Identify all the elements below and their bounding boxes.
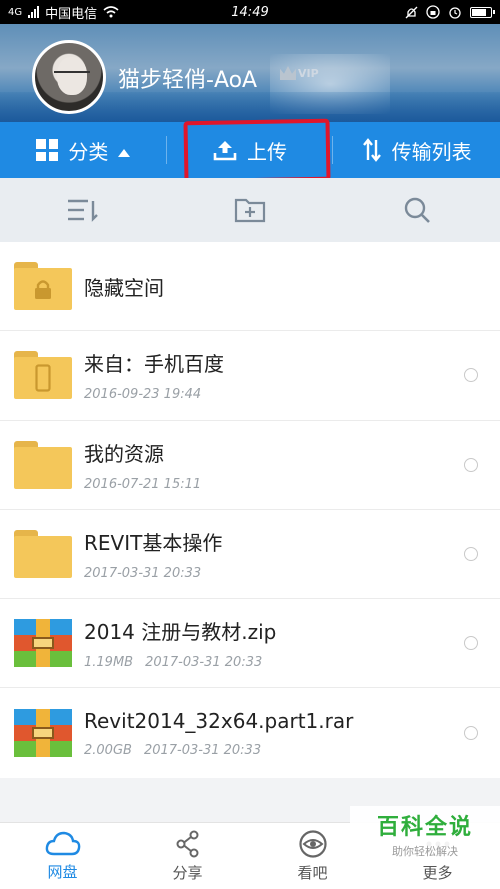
battery-icon xyxy=(470,6,495,18)
nav-label: 分享 xyxy=(172,863,203,882)
archive-icon xyxy=(14,617,72,669)
file-date: 2017-03-31 20:33 xyxy=(145,655,263,671)
transfer-arrows-icon xyxy=(362,138,381,162)
clock: 14:49 xyxy=(231,4,269,20)
transfer-list-label: 传输列表 xyxy=(391,139,472,164)
select-radio[interactable] xyxy=(464,368,478,383)
file-date: 2016-09-23 19:44 xyxy=(84,387,202,403)
list-item[interactable]: REVIT基本操作 2017-03-31 20:33 xyxy=(0,510,500,600)
username[interactable]: 猫步轻俏-AoA xyxy=(118,62,257,94)
file-size: 2.00GB xyxy=(84,742,132,758)
file-date: 2017-03-31 20:33 xyxy=(84,566,202,582)
watermark-title: 百科全说 xyxy=(376,815,473,840)
locked-folder-icon xyxy=(14,260,72,312)
search-button[interactable] xyxy=(333,195,500,225)
grid-icon xyxy=(36,139,59,161)
phone-folder-icon xyxy=(14,349,72,401)
cloud-icon xyxy=(45,831,80,855)
profile-header: 猫步轻俏-AoA VIP xyxy=(0,24,500,122)
wifi-icon xyxy=(103,6,119,18)
watermark-subtitle: 助你轻松解决 xyxy=(392,845,458,858)
upload-button[interactable]: 上传 xyxy=(167,122,334,178)
share-icon xyxy=(176,830,198,857)
file-size: 1.19MB xyxy=(84,655,134,671)
file-name: Revit2014_32x64.part1.rar xyxy=(84,708,354,733)
sort-button[interactable] xyxy=(0,197,167,223)
carrier-label: 中国电信 xyxy=(45,6,98,22)
vip-badge[interactable]: VIP xyxy=(280,66,319,80)
folder-icon xyxy=(14,528,72,580)
mute-icon xyxy=(405,6,418,18)
signal-icon xyxy=(28,6,40,18)
folder-icon xyxy=(14,439,72,491)
file-name: REVIT基本操作 xyxy=(84,531,223,556)
new-folder-button[interactable] xyxy=(167,197,334,223)
sort-icon xyxy=(68,199,99,222)
eye-icon xyxy=(298,829,327,858)
nav-netdisk[interactable]: 网盘 xyxy=(0,823,125,889)
nav-share[interactable]: 分享 xyxy=(125,823,250,889)
new-folder-icon xyxy=(234,198,266,223)
file-name: 来自：手机百度 xyxy=(84,352,224,377)
select-radio[interactable] xyxy=(464,457,478,472)
list-item[interactable]: 2014 注册与教材.zip 1.19MB 2017-03-31 20:33 xyxy=(0,599,500,689)
select-radio[interactable] xyxy=(464,547,478,562)
file-list: 隐藏空间 来自：手机百度 2016-09-23 19:44 我的资源 2016-… xyxy=(0,242,500,778)
status-bar: 4G 中国电信 14:49 xyxy=(0,0,500,24)
nav-label: 看吧 xyxy=(297,863,328,882)
list-item[interactable]: 隐藏空间 xyxy=(0,242,500,332)
search-icon xyxy=(404,197,430,223)
select-radio[interactable] xyxy=(464,726,478,741)
toolbar xyxy=(0,178,500,242)
file-date: 2016-07-21 15:11 xyxy=(84,476,202,492)
file-name: 隐藏空间 xyxy=(84,275,164,300)
file-date: 2017-03-31 20:33 xyxy=(143,742,262,758)
select-radio[interactable] xyxy=(464,636,478,651)
list-item[interactable]: 我的资源 2016-07-21 15:11 xyxy=(0,421,500,510)
list-item[interactable]: 来自：手机百度 2016-09-23 19:44 xyxy=(0,331,500,421)
category-label: 分类 xyxy=(68,139,109,164)
watermark-logo: 百科全说 助你轻松解决 xyxy=(350,806,500,862)
file-name: 我的资源 xyxy=(84,441,164,466)
list-item[interactable]: Revit2014_32x64.part1.rar 2.00GB 2017-03-… xyxy=(0,688,500,777)
category-button[interactable]: 分类 xyxy=(0,122,167,178)
nav-label: 更多 xyxy=(422,863,453,882)
network-label: 4G xyxy=(8,6,23,18)
lock-rotation-icon xyxy=(426,5,440,19)
upload-icon xyxy=(213,141,237,161)
file-name: 2014 注册与教材.zip xyxy=(84,620,277,645)
vip-label: VIP xyxy=(298,66,319,80)
dropdown-triangle-icon xyxy=(118,149,131,157)
archive-icon xyxy=(14,707,72,759)
upload-label: 上传 xyxy=(247,139,287,164)
transfer-list-button[interactable]: 传输列表 xyxy=(333,122,500,178)
alarm-icon xyxy=(449,7,461,19)
crown-icon xyxy=(280,66,296,80)
nav-label: 网盘 xyxy=(47,862,78,881)
avatar[interactable] xyxy=(32,40,106,114)
action-bar: 分类 上传 传输列表 xyxy=(0,122,500,178)
